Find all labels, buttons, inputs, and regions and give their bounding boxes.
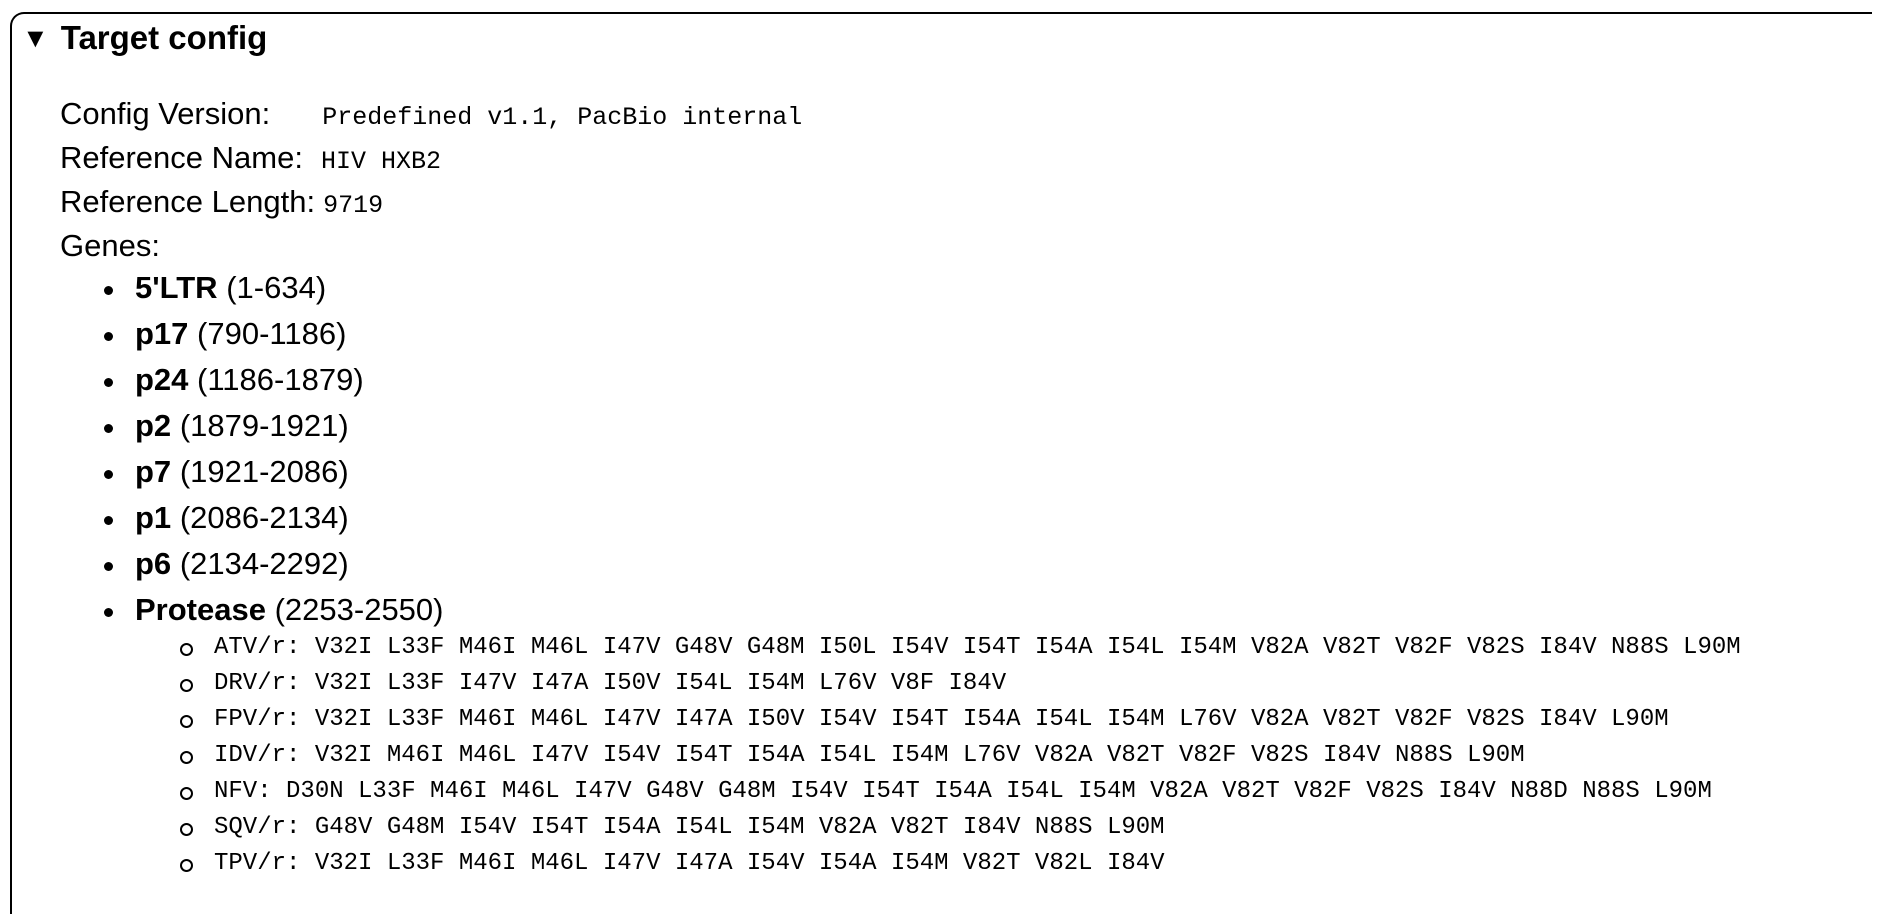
reference-length-row: Reference Length: 9719 <box>60 180 802 224</box>
genes-row: Genes: <box>60 224 802 268</box>
gene-range: (1879-1921) <box>179 408 349 443</box>
gene-item: p7 (1921-2086) <box>104 449 444 495</box>
gene-item: p6 (2134-2292) <box>104 541 444 587</box>
gene-range: (2086-2134) <box>179 500 349 535</box>
gene-name: p17 <box>135 316 189 351</box>
gene-item-protease: Protease (2253-2550) <box>104 587 444 633</box>
gene-range: (2253-2550) <box>274 592 444 627</box>
config-version-row: Config Version: Predefined v1.1, PacBio i… <box>60 92 802 136</box>
protease-drug-mutations-list: ATV/r: V32I L33F M46I M46L I47V G48V G48… <box>180 630 1741 882</box>
gene-range: (1186-1879) <box>197 362 364 397</box>
gene-item: p24 (1186-1879) <box>104 357 444 403</box>
summary-title: Target config <box>60 19 268 56</box>
reference-length-label: Reference Length: <box>60 184 316 219</box>
gene-range: (790-1186) <box>197 316 347 351</box>
drug-mutation-item: SQV/r: G48V G48M I54V I54T I54A I54L I54… <box>180 810 1741 846</box>
gene-item: p17 (790-1186) <box>104 311 444 357</box>
gene-name: p1 <box>135 500 172 535</box>
gene-name: p24 <box>135 362 189 397</box>
genes-list: 5'LTR (1-634) p17 (790-1186) p24 (1186-1… <box>104 265 444 633</box>
genes-label: Genes: <box>60 228 160 263</box>
gene-name: p6 <box>135 546 172 581</box>
target-config-summary[interactable]: ▼ Target config <box>22 18 267 60</box>
gene-range: (1921-2086) <box>179 454 349 489</box>
drug-mutation-item: IDV/r: V32I M46I M46L I47V I54V I54T I54… <box>180 738 1741 774</box>
disclosure-triangle-icon[interactable]: ▼ <box>22 18 49 58</box>
drug-mutation-item: FPV/r: V32I L33F M46I M46L I47V I47A I50… <box>180 702 1741 738</box>
gene-name: p2 <box>135 408 172 443</box>
drug-mutation-item: ATV/r: V32I L33F M46I M46L I47V G48V G48… <box>180 630 1741 666</box>
config-details: Config Version: Predefined v1.1, PacBio i… <box>60 92 802 268</box>
gene-name: p7 <box>135 454 172 489</box>
gene-item: 5'LTR (1-634) <box>104 265 444 311</box>
drug-mutation-item: NFV: D30N L33F M46I M46L I47V G48V G48M … <box>180 774 1741 810</box>
config-version-value: Predefined v1.1, PacBio internal <box>322 103 803 132</box>
gene-name: 5'LTR <box>135 270 218 305</box>
reference-name-row: Reference Name: HIV HXB2 <box>60 136 802 180</box>
gene-range: (1-634) <box>226 270 327 305</box>
gene-item: p2 (1879-1921) <box>104 403 444 449</box>
reference-length-value: 9719 <box>323 191 384 220</box>
gene-range: (2134-2292) <box>179 546 349 581</box>
config-version-label: Config Version: <box>60 96 271 131</box>
reference-name-value: HIV HXB2 <box>320 147 441 176</box>
drug-mutation-item: TPV/r: V32I L33F M46I M46L I47V I47A I54… <box>180 846 1741 882</box>
gene-name: Protease <box>135 592 266 627</box>
gene-item: p1 (2086-2134) <box>104 495 444 541</box>
reference-name-label: Reference Name: <box>60 140 303 175</box>
drug-mutation-item: DRV/r: V32I L33F I47V I47A I50V I54L I54… <box>180 666 1741 702</box>
